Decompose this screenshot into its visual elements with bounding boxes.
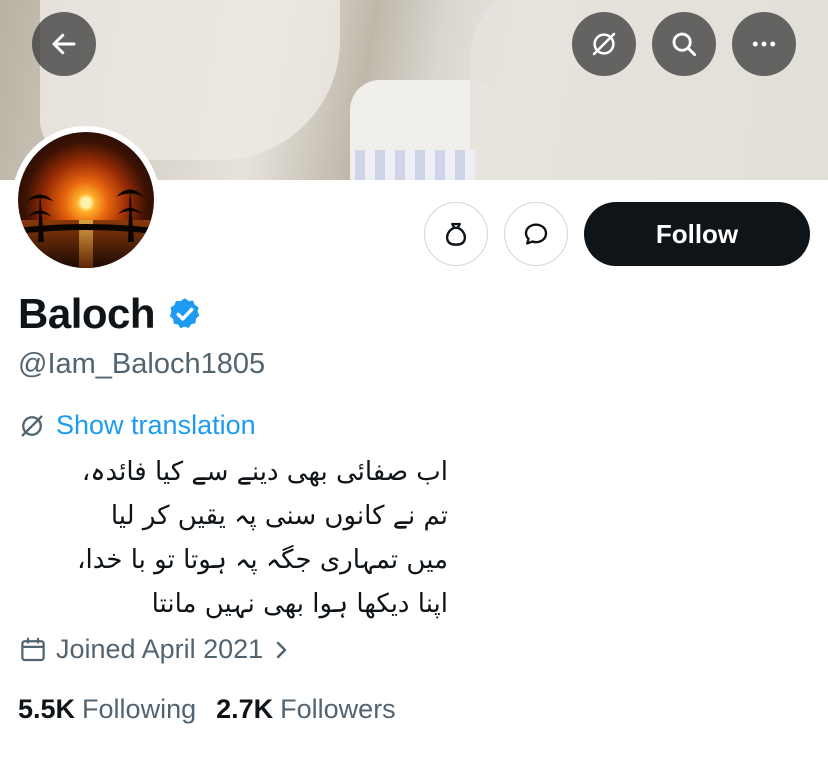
banner-pattern: [355, 150, 475, 180]
followers-label: Followers: [280, 694, 396, 724]
avatar[interactable]: [12, 126, 160, 274]
user-handle: @Iam_Baloch1805: [18, 348, 266, 380]
avatar-image: [18, 132, 154, 268]
bio-line: میں تمہاری جگہ پہ ہوتا تو با خدا،: [77, 545, 448, 575]
profile-bio: اب صفائی بھی دینے سے کیا فائدہ، تم نے کا…: [18, 450, 448, 626]
message-bubble-icon: [524, 223, 548, 245]
bio-line: اب صفائی بھی دینے سے کیا فائدہ،: [81, 457, 448, 487]
follow-button[interactable]: Follow: [584, 202, 810, 266]
chevron-right-icon: [276, 641, 287, 658]
calendar-icon: [21, 637, 45, 661]
translate-off-icon: [592, 32, 616, 56]
more-horizontal-icon: [752, 41, 776, 47]
translate-off-icon: [21, 415, 43, 436]
more-options-button[interactable]: [732, 12, 796, 76]
following-label: Following: [82, 694, 197, 724]
message-button[interactable]: [504, 202, 568, 266]
follow-stats: 5.5K Following 2.7K Followers: [18, 694, 396, 725]
search-button[interactable]: [652, 12, 716, 76]
bio-line: تم نے کانوں سنی پہ یقیں کر لیا: [110, 501, 448, 531]
avatar-silhouette: [18, 187, 154, 242]
followers-stat[interactable]: 2.7K Followers: [216, 694, 396, 725]
bio-line: اپنا دیکھا ہوا بھی نہیں مانتا: [151, 589, 448, 619]
following-stat[interactable]: 5.5K Following: [18, 694, 196, 725]
followers-count: 2.7K: [216, 694, 274, 724]
joined-date-text: Joined April 2021: [56, 634, 264, 664]
verified-badge-icon[interactable]: [167, 296, 203, 332]
search-icon: [672, 32, 697, 57]
back-button[interactable]: [32, 12, 96, 76]
arrow-left-icon: [52, 33, 76, 55]
tip-button[interactable]: [424, 202, 488, 266]
display-name: Baloch: [18, 290, 156, 337]
money-bag-icon: [445, 222, 467, 246]
show-translation-link[interactable]: Show translation: [18, 410, 256, 441]
show-translation-label: Show translation: [56, 410, 256, 440]
following-count: 5.5K: [18, 694, 76, 724]
name-row: Baloch: [18, 290, 203, 338]
joined-date-row[interactable]: Joined April 2021: [18, 634, 299, 665]
translate-toggle-button[interactable]: [572, 12, 636, 76]
